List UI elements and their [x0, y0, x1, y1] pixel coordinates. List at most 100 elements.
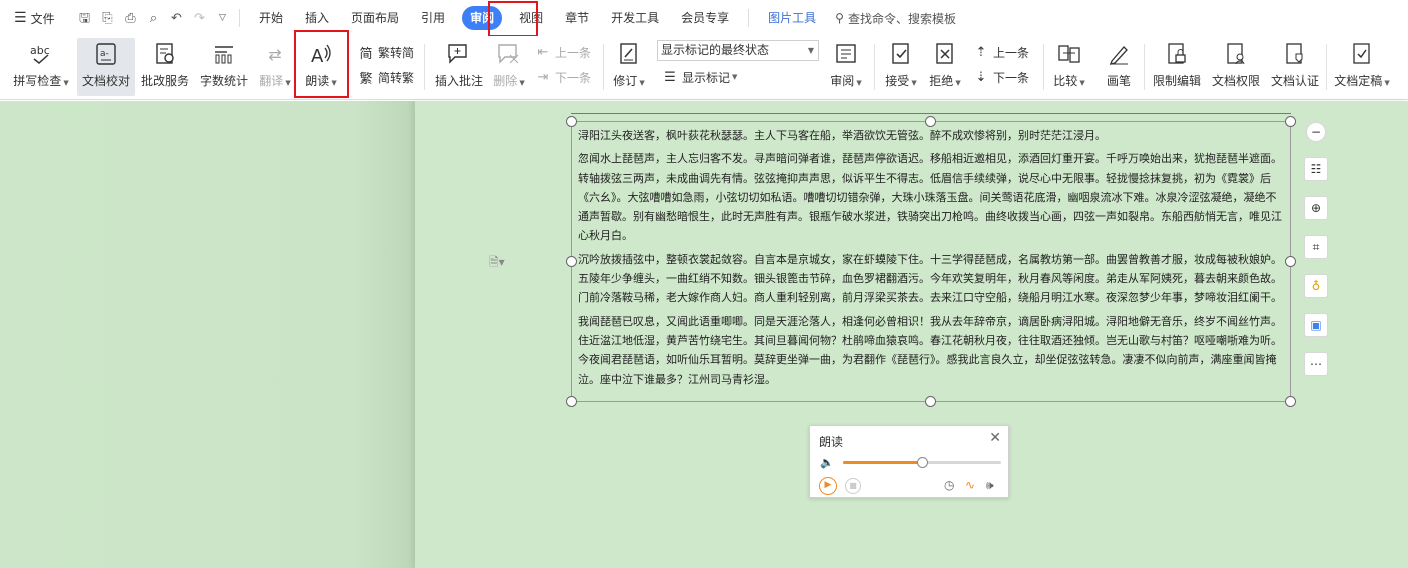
speed-icon[interactable]: ◷ — [944, 478, 954, 492]
tab-review[interactable]: 审阅 — [462, 6, 503, 30]
certificate-icon — [1280, 40, 1310, 68]
next-comment-button[interactable]: ⇥ 下一条 — [534, 66, 591, 88]
text-box[interactable]: 浔阳江头夜送客，枫叶荻花秋瑟瑟。主人下马客在船，举酒欲饮无管弦。醉不成欢惨将别，… — [571, 121, 1291, 402]
customize-dropdown-icon[interactable]: ▽ — [214, 10, 231, 27]
voice-wave-icon[interactable]: ∿ — [965, 478, 975, 492]
doc-proof-label: 文档校对 — [81, 74, 130, 88]
pen-button[interactable]: 画笔 — [1100, 38, 1138, 96]
review-pane-button[interactable]: 审阅 ▼ — [826, 38, 866, 96]
tab-developer[interactable]: 开发工具 — [600, 6, 670, 30]
translate-button[interactable]: ⇄ 翻译 ▼ — [256, 38, 294, 96]
trad-to-simp-button[interactable]: 简 繁转简 — [357, 41, 414, 63]
volume-slider-fill — [843, 461, 922, 464]
export-pdf-icon[interactable]: ⎘ — [99, 10, 116, 27]
redo-icon[interactable]: ↷ — [191, 10, 208, 27]
tab-home[interactable]: 开始 — [248, 6, 294, 30]
reject-button[interactable]: 拒绝 ▼ — [926, 38, 964, 96]
file-menu[interactable]: ☰ 文件 — [0, 10, 70, 27]
restrict-edit-button[interactable]: 限制编辑 — [1150, 38, 1204, 96]
doc-proof-button[interactable]: a- 文档校对 — [77, 38, 135, 96]
image-to-text-icon[interactable]: ▣ — [1304, 313, 1328, 337]
review-pane-icon — [831, 40, 861, 68]
comment-delete-icon — [494, 40, 524, 68]
paragraph[interactable]: 我闻琵琶已叹息，又闻此语重唧唧。同是天涯沦落人，相逢何必曾相识！我从去年辞帝京，… — [578, 312, 1284, 389]
correction-icon — [150, 40, 180, 68]
stop-icon[interactable]: ■ — [845, 478, 861, 494]
doc-permission-button[interactable]: 文档权限 — [1209, 38, 1263, 96]
paragraph[interactable]: 浔阳江头夜送客，枫叶荻花秋瑟瑟。主人下马客在船，举酒欲饮无管弦。醉不成欢惨将别，… — [578, 126, 1284, 145]
doc-auth-button[interactable]: 文档认证 — [1268, 38, 1322, 96]
page-margin-area — [0, 101, 415, 568]
volume-slider-handle[interactable] — [917, 457, 928, 468]
trad-to-simp-label: 繁转简 — [378, 45, 415, 60]
audio-settings-icon[interactable]: 🕪 — [986, 478, 994, 493]
tab-section[interactable]: 章节 — [554, 6, 600, 30]
paragraph[interactable]: 忽闻水上琵琶声，主人忘归客不发。寻声暗问弹者谁，琵琶声停欲语迟。移船相近邀相见，… — [578, 149, 1284, 245]
spellcheck-button[interactable]: abc 拼写检查 ▼ — [10, 38, 72, 96]
resize-handle-bottom-left[interactable] — [566, 396, 577, 407]
accept-button[interactable]: 接受 ▼ — [882, 38, 920, 96]
word-count-button[interactable]: 字数统计 — [196, 38, 252, 96]
track-changes-button[interactable]: 修订 ▼ — [610, 38, 648, 96]
compare-button[interactable]: 比较 ▼ — [1050, 38, 1088, 96]
translate-label: 翻译 — [259, 74, 284, 88]
tab-page-layout[interactable]: 页面布局 — [340, 6, 410, 30]
insert-comment-button[interactable]: 插入批注 — [432, 38, 486, 96]
quick-access-toolbar: 🖫 ⎘ ⎙ ⌕ ↶ ↷ ▽ — [76, 10, 231, 27]
menu-bar: ☰ 文件 🖫 ⎘ ⎙ ⌕ ↶ ↷ ▽ 开始 插入 页面布局 引用 审阅 视图 章… — [0, 0, 1408, 36]
paragraph[interactable]: 沉吟放拨插弦中，整顿衣裳起敛容。自言本是京城女，家在虾蟆陵下住。十三学得琵琶成，… — [578, 250, 1284, 308]
read-aloud-label: 朗读 — [305, 74, 330, 88]
more-icon[interactable]: ⋯ — [1304, 352, 1328, 376]
review-ribbon: abc 拼写检查 ▼ a- 文档校对 批改服务 字数统计 ⇄ 翻译 ▼ A 朗读 ▼ … — [0, 30, 1408, 100]
undo-icon[interactable]: ↶ — [168, 10, 185, 27]
resize-handle-top-center[interactable] — [925, 116, 936, 127]
text-box-content[interactable]: 浔阳江头夜送客，枫叶荻花秋瑟瑟。主人下马客在船，举酒欲饮无管弦。醉不成欢惨将别，… — [578, 126, 1284, 389]
simp-to-trad-button[interactable]: 繁 简转繁 — [357, 66, 414, 88]
show-markup-button[interactable]: ☰ 显示标记 ▼ — [661, 66, 737, 88]
svg-text:A: A — [311, 46, 324, 66]
ribbon-separator — [1043, 44, 1044, 90]
resize-handle-bottom-center[interactable] — [925, 396, 936, 407]
accept-icon — [886, 40, 916, 68]
accept-label: 接受 — [885, 74, 910, 88]
print-icon[interactable]: ⎙ — [122, 10, 139, 27]
resize-handle-bottom-right[interactable] — [1285, 396, 1296, 407]
print-preview-icon[interactable]: ⌕ — [145, 10, 162, 27]
correction-label: 批改服务 — [140, 74, 189, 88]
tab-references[interactable]: 引用 — [410, 6, 456, 30]
text-wrap-icon[interactable]: ☷ — [1304, 157, 1328, 181]
ribbon-tabs: 开始 插入 页面布局 引用 审阅 视图 章节 开发工具 会员专享 图片工具 — [248, 6, 827, 30]
paragraph-layout-icon[interactable]: 🗎▾ — [489, 253, 505, 274]
word-count-icon — [209, 40, 239, 68]
tab-view[interactable]: 视图 — [508, 6, 554, 30]
volume-slider[interactable] — [843, 457, 1001, 468]
close-icon[interactable]: ✕ — [989, 430, 1001, 446]
play-icon[interactable]: ▶ — [819, 477, 837, 495]
resize-handle-middle-right[interactable] — [1285, 256, 1296, 267]
tab-insert[interactable]: 插入 — [294, 6, 340, 30]
correction-service-button[interactable]: 批改服务 — [139, 38, 191, 96]
resize-handle-top-right[interactable] — [1285, 116, 1296, 127]
display-mode-select[interactable]: 显示标记的最终状态 ▼ — [657, 40, 819, 61]
zoom-in-icon[interactable]: ⊕ — [1304, 196, 1328, 220]
delete-comment-button[interactable]: 删除 ▼ — [490, 38, 528, 96]
hamburger-icon: ☰ — [14, 10, 27, 26]
show-markup-label: 显示标记 — [682, 70, 731, 85]
doc-finalize-button[interactable]: 文档定稿 ▼ — [1331, 38, 1393, 96]
tab-picture-tools[interactable]: 图片工具 — [757, 6, 827, 30]
save-icon[interactable]: 🖫 — [76, 10, 93, 27]
command-search[interactable]: ⚲ 查找命令、搜索模板 — [835, 10, 956, 27]
tab-member[interactable]: 会员专享 — [670, 6, 740, 30]
restrict-edit-label: 限制编辑 — [1152, 74, 1201, 88]
delete-label: 删除 — [493, 74, 518, 88]
resize-handle-top-left[interactable] — [566, 116, 577, 127]
lightbulb-icon[interactable]: ♁ — [1304, 274, 1328, 298]
crop-icon[interactable]: ⌗ — [1304, 235, 1328, 259]
next-change-button[interactable]: ⇣ 下一条 — [972, 66, 1029, 88]
reject-icon — [930, 40, 960, 68]
resize-handle-middle-left[interactable] — [566, 256, 577, 267]
prev-change-button[interactable]: ⇡ 上一条 — [972, 41, 1029, 63]
prev-comment-button[interactable]: ⇤ 上一条 — [534, 41, 591, 63]
read-aloud-button[interactable]: A 朗读 ▼ — [297, 38, 345, 96]
collapse-icon[interactable]: − — [1306, 122, 1326, 142]
